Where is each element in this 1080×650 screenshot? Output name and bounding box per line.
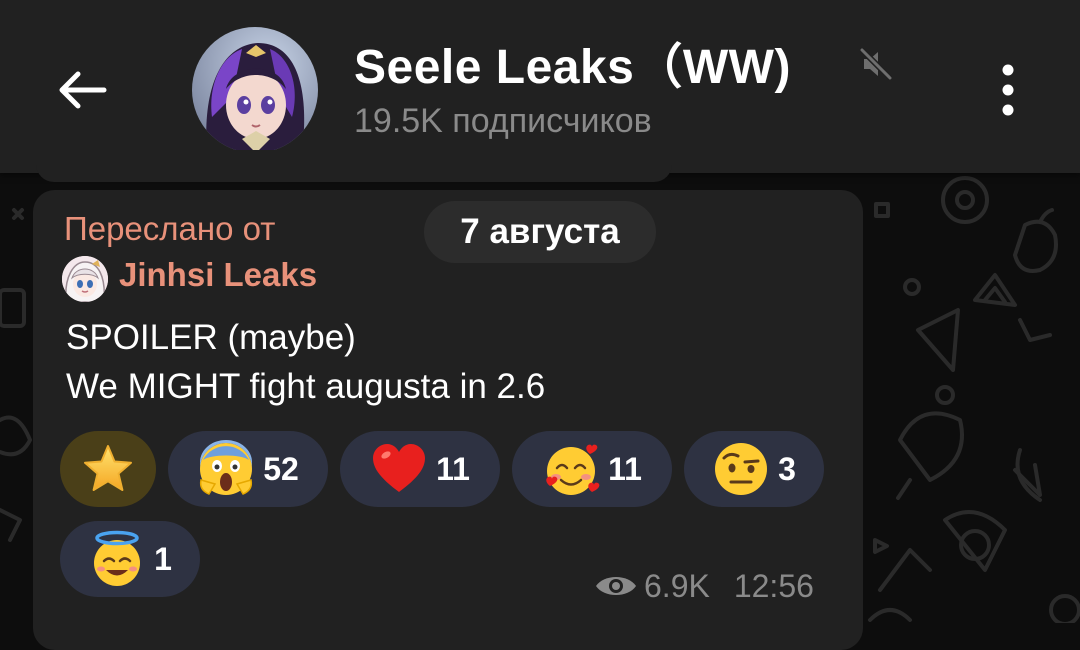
previous-message-bubble <box>36 150 672 182</box>
message-text-line-2: We MIGHT fight augusta in 2.6 <box>66 367 546 406</box>
reaction-halo[interactable]: 1 <box>60 521 200 597</box>
reaction-count: 1 <box>154 540 172 577</box>
views-count: 6.9K <box>644 567 710 604</box>
eye-icon <box>596 577 636 595</box>
reaction-count: 3 <box>778 450 796 487</box>
reaction-heart[interactable]: 11 <box>340 431 500 507</box>
arrow-left-icon <box>59 71 107 109</box>
channel-avatar[interactable] <box>192 27 318 153</box>
reaction-count: 52 <box>263 450 299 487</box>
message-meta: 6.9K 12:56 <box>594 566 814 606</box>
reaction-star[interactable] <box>60 431 156 507</box>
message-text-line-1: SPOILER (maybe) <box>66 318 356 357</box>
smiling-face-with-hearts-icon <box>546 444 600 495</box>
reaction-scream[interactable]: 52 <box>168 431 328 507</box>
back-button[interactable] <box>50 62 114 118</box>
face-with-raised-eyebrow-icon <box>715 443 768 495</box>
reaction-raised-eyebrow[interactable]: 3 <box>684 431 824 507</box>
forwarded-source-avatar[interactable] <box>62 256 108 302</box>
star-icon <box>84 445 132 491</box>
reaction-smiling-hearts[interactable]: 11 <box>512 431 672 507</box>
screaming-face-icon <box>200 440 253 495</box>
red-heart-icon <box>373 444 426 492</box>
chat-header: Seele Leaks（WW) 19.5K подписчиков <box>0 0 1080 173</box>
forwarded-label: Переслано от <box>64 210 276 247</box>
reaction-count: 11 <box>608 450 642 487</box>
smiling-face-with-halo-icon <box>94 530 141 586</box>
channel-subscribers: 19.5K подписчиков <box>354 102 652 140</box>
reaction-count: 11 <box>436 450 470 487</box>
date-separator: 7 августа <box>424 201 656 263</box>
forwarded-source-name[interactable]: Jinhsi Leaks <box>119 256 317 294</box>
channel-title[interactable]: Seele Leaks（WW) <box>354 27 791 97</box>
muted-icon <box>859 47 893 81</box>
message-time: 12:56 <box>733 567 814 604</box>
more-vertical-icon[interactable] <box>990 58 1026 122</box>
